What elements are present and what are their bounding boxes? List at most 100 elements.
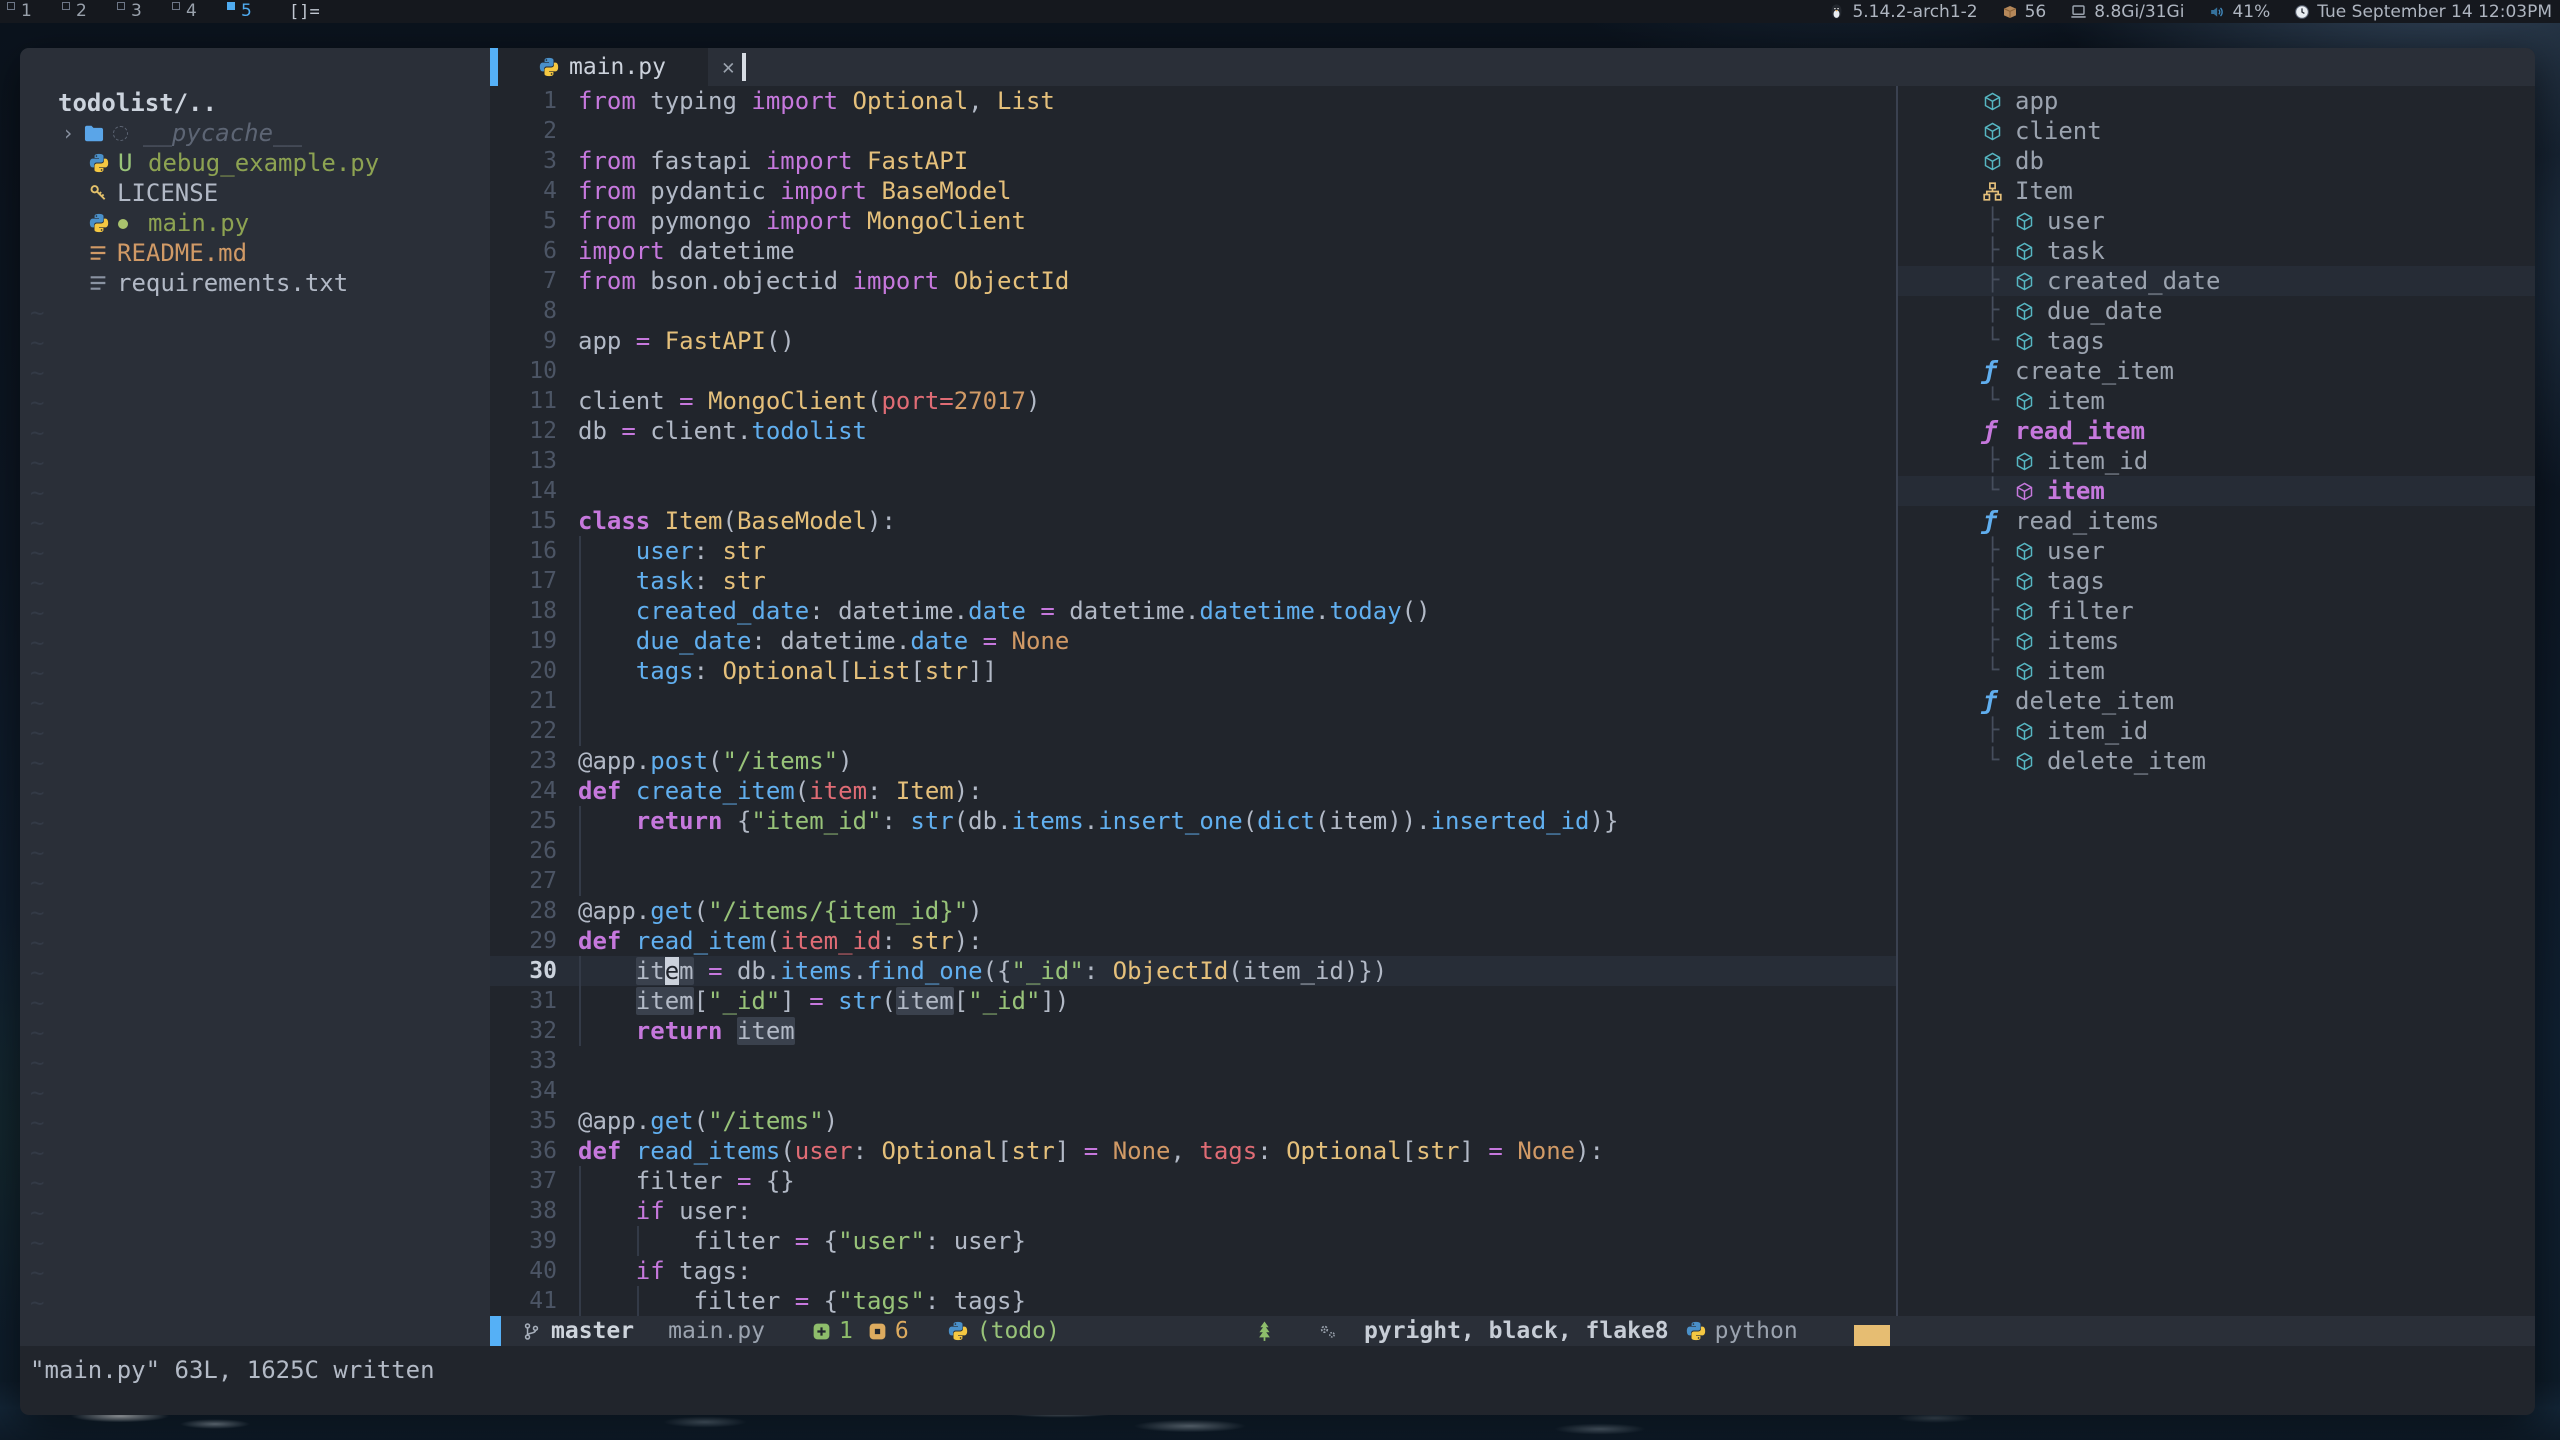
code-line-15[interactable]: 15class Item(BaseModel):: [490, 506, 1896, 536]
symbol-db[interactable]: db: [1898, 146, 2535, 176]
symbol-task[interactable]: ├task: [1898, 236, 2535, 266]
python-icon: [1685, 1320, 1707, 1342]
code-line-16[interactable]: 16 user: str: [490, 536, 1896, 566]
code-line-37[interactable]: 37 filter = {}: [490, 1166, 1896, 1196]
line-number: 14: [490, 476, 557, 506]
code-line-1[interactable]: 1from typing import Optional, List: [490, 86, 1896, 116]
code-line-9[interactable]: 9app = FastAPI(): [490, 326, 1896, 356]
tree-item-requirements-txt[interactable]: requirements.txt: [20, 268, 490, 298]
code-line-32[interactable]: 32 return item: [490, 1016, 1896, 1046]
tree-item--pycache-[interactable]: ›__pycache__: [20, 118, 490, 148]
code-line-7[interactable]: 7from bson.objectid import ObjectId: [490, 266, 1896, 296]
symbol-filter[interactable]: ├filter: [1898, 596, 2535, 626]
code-line-21[interactable]: 21: [490, 686, 1896, 716]
symbol-user[interactable]: ├user: [1898, 536, 2535, 566]
line-number: 26: [490, 836, 557, 866]
symbol-label: db: [2015, 146, 2044, 176]
code-line-26[interactable]: 26: [490, 836, 1896, 866]
code-line-3[interactable]: 3from fastapi import FastAPI: [490, 146, 1896, 176]
code-line-17[interactable]: 17 task: str: [490, 566, 1896, 596]
packages-status: 56: [2002, 2, 2047, 22]
workspace-1[interactable]: 1: [0, 0, 55, 23]
symbol-created-date[interactable]: ├created_date: [1898, 266, 2535, 296]
symbol-user[interactable]: ├user: [1898, 206, 2535, 236]
symbol-label: item: [2047, 476, 2105, 506]
line-number: 17: [490, 566, 557, 596]
tab-close-button[interactable]: ✕: [722, 48, 735, 86]
tree-item-main-py[interactable]: main.py: [20, 208, 490, 238]
empty-circle-icon: [113, 126, 128, 141]
tree-connector: ├: [1986, 716, 2014, 746]
code-line-23[interactable]: 23@app.post("/items"): [490, 746, 1896, 776]
symbol-read-items[interactable]: ƒread_items: [1898, 506, 2535, 536]
workspace-3[interactable]: 3: [110, 0, 165, 23]
code-line-40[interactable]: 40 if tags:: [490, 1256, 1896, 1286]
symbol-client[interactable]: client: [1898, 116, 2535, 146]
symbol-item-id[interactable]: ├item_id: [1898, 716, 2535, 746]
line-number: 38: [490, 1196, 557, 1226]
symbol-app[interactable]: app: [1898, 86, 2535, 116]
code-line-14[interactable]: 14: [490, 476, 1896, 506]
tree-root[interactable]: todolist/..: [20, 88, 490, 118]
tab-bar: main.py ✕: [490, 48, 2535, 86]
code-line-30[interactable]: 30 item = db.items.find_one({"_id": Obje…: [490, 956, 1896, 986]
code-line-38[interactable]: 38 if user:: [490, 1196, 1896, 1226]
symbol-tags[interactable]: ├tags: [1898, 566, 2535, 596]
code-line-5[interactable]: 5from pymongo import MongoClient: [490, 206, 1896, 236]
code-line-25[interactable]: 25 return {"item_id": str(db.items.inser…: [490, 806, 1896, 836]
code-line-12[interactable]: 12db = client.todolist: [490, 416, 1896, 446]
workspace-5[interactable]: 5: [220, 0, 275, 23]
symbol-delete-item[interactable]: ƒdelete_item: [1898, 686, 2535, 716]
code-line-19[interactable]: 19 due_date: datetime.date = None: [490, 626, 1896, 656]
line-number: 24: [490, 776, 557, 806]
code-line-24[interactable]: 24def create_item(item: Item):: [490, 776, 1896, 806]
symbol-item[interactable]: └item: [1898, 476, 2535, 506]
symbol-due-date[interactable]: ├due_date: [1898, 296, 2535, 326]
code-line-35[interactable]: 35@app.get("/items"): [490, 1106, 1896, 1136]
symbol-item[interactable]: └item: [1898, 656, 2535, 686]
symbol-tags[interactable]: └tags: [1898, 326, 2535, 356]
symbol-item[interactable]: └item: [1898, 386, 2535, 416]
symbol-items[interactable]: ├items: [1898, 626, 2535, 656]
symbol-item[interactable]: Item: [1898, 176, 2535, 206]
git-untracked-flag: U: [118, 148, 132, 178]
variable-cube-icon: [2014, 541, 2040, 562]
tree-item-license[interactable]: LICENSE: [20, 178, 490, 208]
code-line-28[interactable]: 28@app.get("/items/{item_id}"): [490, 896, 1896, 926]
symbol-create-item[interactable]: ƒcreate_item: [1898, 356, 2535, 386]
code-line-31[interactable]: 31 item["_id"] = str(item["_id"]): [490, 986, 1896, 1016]
tree-item-readme-md[interactable]: README.md: [20, 238, 490, 268]
code-line-6[interactable]: 6import datetime: [490, 236, 1896, 266]
code-line-36[interactable]: 36def read_items(user: Optional[str] = N…: [490, 1136, 1896, 1166]
code-line-22[interactable]: 22: [490, 716, 1896, 746]
code-line-10[interactable]: 10: [490, 356, 1896, 386]
code-text: from pymongo import MongoClient: [578, 206, 1026, 236]
symbol-label: due_date: [2047, 296, 2163, 326]
code-line-39[interactable]: 39 filter = {"user": user}: [490, 1226, 1896, 1256]
workspace-2[interactable]: 2: [55, 0, 110, 23]
code-line-13[interactable]: 13: [490, 446, 1896, 476]
symbol-delete-item[interactable]: └delete_item: [1898, 746, 2535, 776]
code-line-8[interactable]: 8: [490, 296, 1896, 326]
statusline-mode-indicator: [490, 1316, 501, 1346]
code-line-29[interactable]: 29def read_item(item_id: str):: [490, 926, 1896, 956]
code-line-27[interactable]: 27: [490, 866, 1896, 896]
code-line-33[interactable]: 33: [490, 1046, 1896, 1076]
symbol-read-item[interactable]: ƒread_item: [1898, 416, 2535, 446]
workspace-4[interactable]: 4: [165, 0, 220, 23]
code-line-41[interactable]: 41 filter = {"tags": tags}: [490, 1286, 1896, 1316]
tab-main-py[interactable]: main.py: [490, 48, 708, 86]
layout-indicator[interactable]: []=: [289, 2, 320, 22]
code-line-34[interactable]: 34: [490, 1076, 1896, 1106]
tree-connector: └: [1986, 746, 2014, 776]
code-line-2[interactable]: 2: [490, 116, 1896, 146]
terminal-cursor: [742, 53, 746, 81]
tree-item-debug-example-py[interactable]: Udebug_example.py: [20, 148, 490, 178]
code-line-20[interactable]: 20 tags: Optional[List[str]]: [490, 656, 1896, 686]
tab-label: main.py: [569, 54, 666, 80]
file-label: __pycache__: [143, 118, 302, 148]
code-line-18[interactable]: 18 created_date: datetime.date = datetim…: [490, 596, 1896, 626]
symbol-item-id[interactable]: ├item_id: [1898, 446, 2535, 476]
code-line-11[interactable]: 11client = MongoClient(port=27017): [490, 386, 1896, 416]
code-line-4[interactable]: 4from pydantic import BaseModel: [490, 176, 1896, 206]
